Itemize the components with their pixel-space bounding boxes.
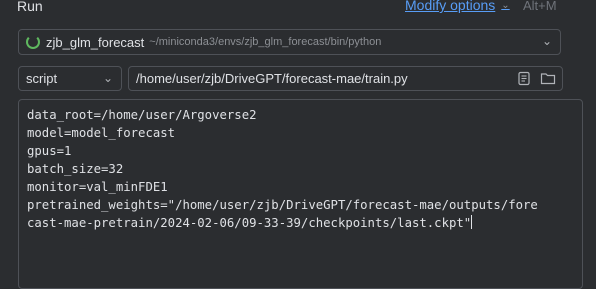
run-section-title: Run [17,0,43,14]
loading-spinner-icon [26,35,40,49]
interpreter-select[interactable]: zjb_glm_forecast ~/miniconda3/envs/zjb_g… [18,29,561,55]
parameter-line: gpus=1 [27,144,72,158]
chevron-down-icon: ⌄ [541,34,552,48]
modify-options-link[interactable]: Modify options ⌄ [405,0,510,13]
folder-icon[interactable] [540,71,556,89]
chevron-down-icon: ⌄ [501,0,510,11]
interpreter-name: zjb_glm_forecast [46,34,145,50]
chevron-down-icon: ⌄ [102,71,113,85]
text-caret [471,215,473,229]
file-icon[interactable] [517,71,531,89]
run-type-value: script [26,71,58,86]
run-type-select[interactable]: script ⌄ [18,66,122,91]
modify-options-label: Modify options [405,0,496,13]
parameter-line-last: cast-mae-pretrain/2024-02-06/09-33-39/ch… [27,214,582,232]
parameter-line: pretrained_weights="/home/user/zjb/Drive… [27,198,538,212]
parameter-line: model=model_forecast [27,126,176,140]
script-parameters-editor[interactable]: data_root=/home/user/Argoverse2 model=mo… [18,99,583,289]
script-path-value: /home/user/zjb/DriveGPT/forecast-mae/tra… [136,71,408,86]
shortcut-hint: Alt+M [523,0,557,13]
parameter-line: batch_size=32 [27,162,124,176]
interpreter-path: ~/miniconda3/envs/zjb_glm_forecast/bin/p… [149,36,382,48]
parameter-line: monitor=val_minFDE1 [27,180,168,194]
script-path-input[interactable]: /home/user/zjb/DriveGPT/forecast-mae/tra… [128,66,563,91]
parameter-line: data_root=/home/user/Argoverse2 [27,108,257,122]
parameter-line-text: cast-mae-pretrain/2024-02-06/09-33-39/ch… [27,216,472,230]
panel-edge [583,96,596,272]
